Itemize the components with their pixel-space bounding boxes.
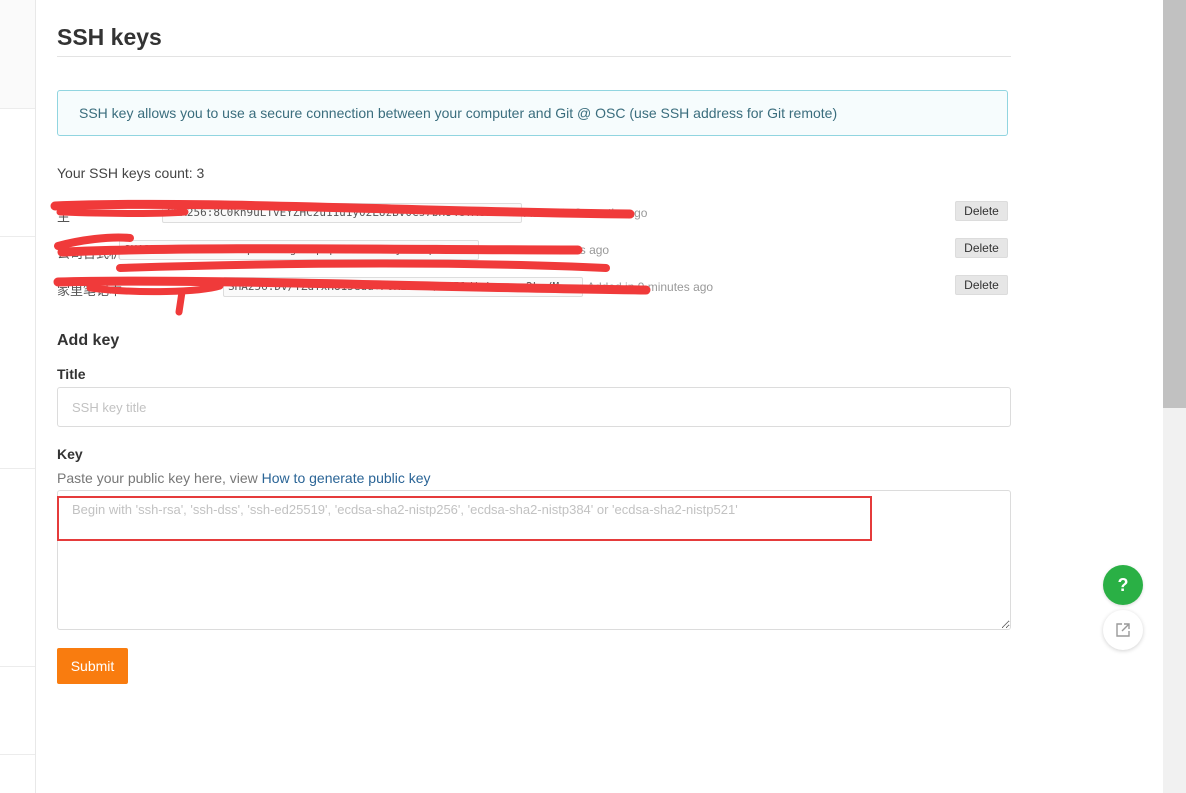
key-hint: Paste your public key here, view How to … (57, 470, 431, 486)
add-key-heading: Add key (57, 332, 120, 349)
submit-button[interactable]: Submit (57, 648, 128, 684)
ssh-key-name: 家里笔记本 (57, 283, 123, 298)
title-label: Title (57, 366, 86, 382)
ssh-key-row: 主 SHA256:8C0kn9uLTvEYZHC2u11u1y02LUzBv0C… (57, 201, 1010, 225)
sidebar-item[interactable] (0, 236, 35, 469)
ssh-key-fingerprint: SHA256:MSZbWJ6NLB5q8Pc8zbgP9KpCpKwMRZaRn… (119, 240, 479, 260)
share-button[interactable] (1103, 610, 1143, 650)
ssh-key-fingerprint: SHA256:Dv/YZdTxH815edd+P0KLEUE1/6L51dimh… (223, 277, 583, 297)
ssh-key-row: 公司台式机 SHA256:MSZbWJ6NLB5q8Pc8zbgP9KpCpKw… (57, 238, 1010, 262)
ssh-key-textarea[interactable] (57, 490, 1011, 630)
sidebar-item[interactable] (0, 108, 35, 237)
delete-key-button[interactable]: Delete (955, 201, 1008, 221)
ssh-key-added-time: Added in 8 months ago (524, 206, 648, 220)
left-sidebar (0, 0, 36, 793)
ssh-key-name: 主 (57, 209, 71, 224)
key-hint-text: Paste your public key here, view (57, 470, 258, 486)
how-to-generate-key-link[interactable]: How to generate public key (262, 470, 431, 486)
delete-key-button[interactable]: Delete (955, 238, 1008, 258)
external-link-icon (1116, 623, 1130, 637)
scrollbar-thumb[interactable] (1163, 0, 1186, 408)
help-button[interactable]: ? (1103, 565, 1143, 605)
ssh-key-added-time: Added in 8 minutes ago (483, 243, 610, 257)
info-message: SSH key allows you to use a secure conne… (57, 90, 1008, 136)
delete-key-button[interactable]: Delete (955, 275, 1008, 295)
page-title: SSH keys (57, 24, 162, 50)
sidebar-item[interactable] (0, 666, 35, 755)
ssh-key-fingerprint: SHA256:8C0kn9uLTvEYZHC2u11u1y02LUzBv0Cs7… (162, 203, 522, 223)
title-divider (57, 56, 1011, 57)
ssh-key-title-input[interactable] (57, 387, 1011, 427)
ssh-key-added-time: Added in 9 minutes ago (587, 280, 714, 294)
ssh-keys-count: Your SSH keys count: 3 (57, 165, 205, 181)
key-label: Key (57, 446, 83, 462)
ssh-key-name: 公司台式机 (57, 246, 123, 261)
sidebar-item[interactable] (0, 0, 35, 109)
ssh-key-row: 家里笔记本 SHA256:Dv/YZdTxH815edd+P0KLEUE1/6L… (57, 275, 1010, 299)
sidebar-item[interactable] (0, 468, 35, 667)
